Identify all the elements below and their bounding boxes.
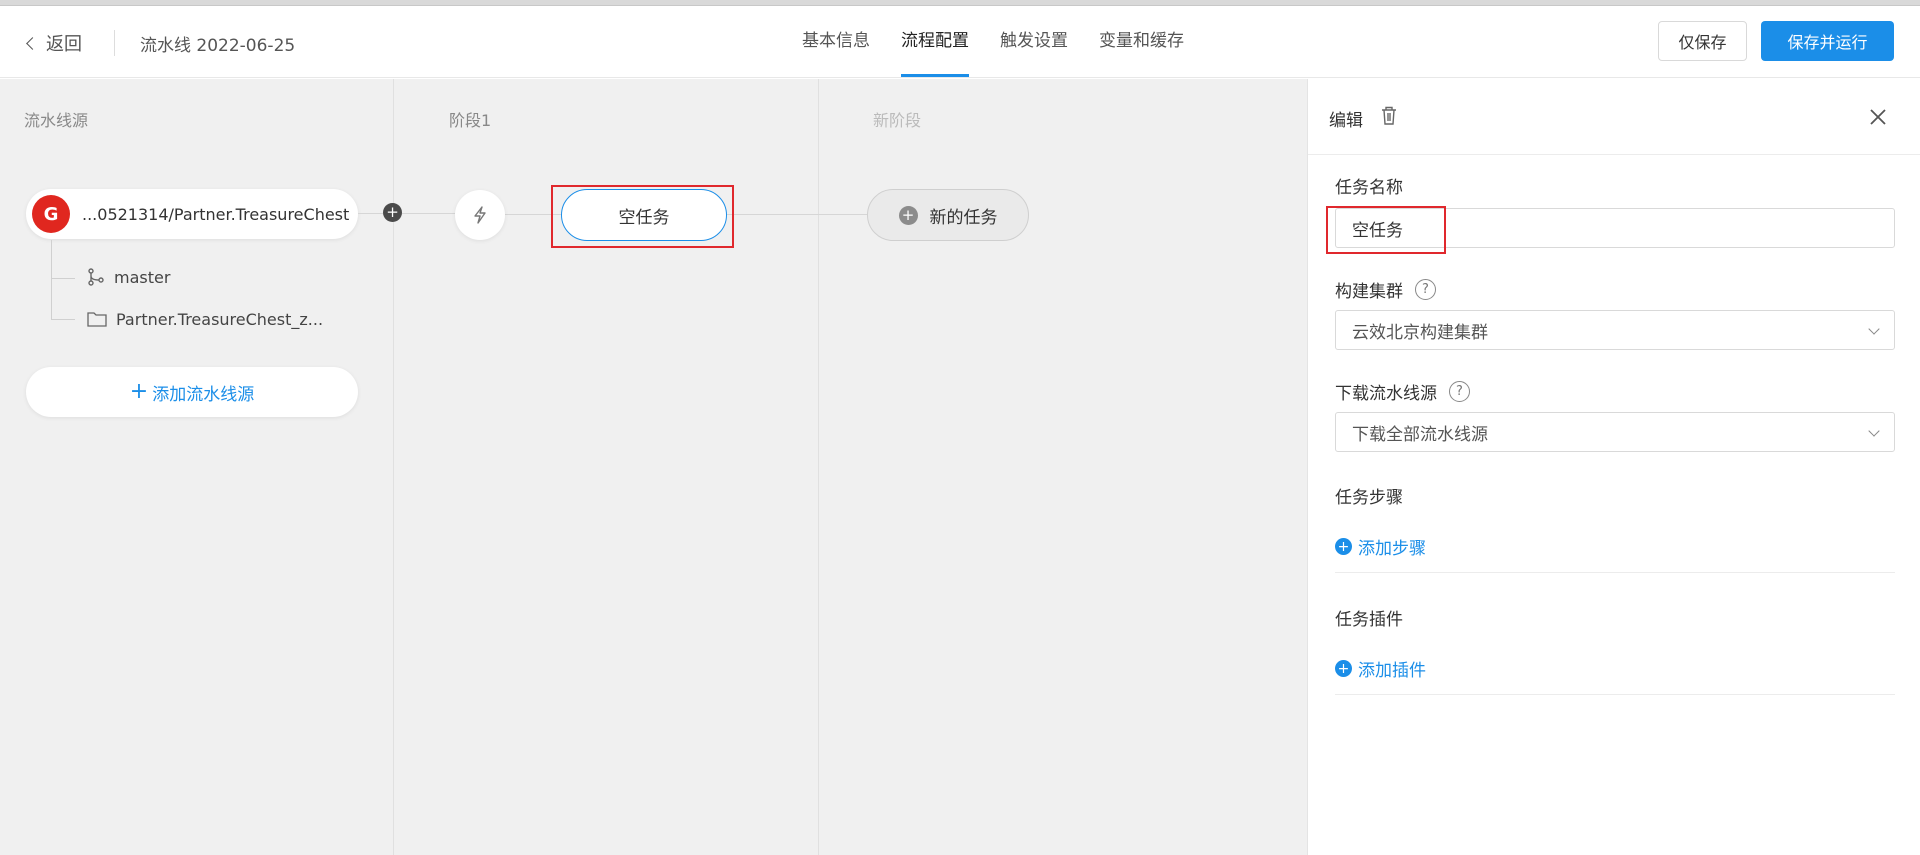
add-step-button[interactable]: + 添加步骤 (1335, 534, 1426, 559)
tab-trigger-settings[interactable]: 触发设置 (1000, 6, 1068, 77)
connector-line (358, 213, 383, 214)
section-divider (1335, 572, 1895, 573)
tree-line (51, 319, 75, 320)
chevron-down-icon (1868, 323, 1880, 335)
help-icon[interactable]: ? (1415, 279, 1436, 300)
branch-name: master (114, 267, 171, 287)
download-source-label: 下载流水线源 ? (1335, 379, 1470, 404)
empty-task-node[interactable]: 空任务 (561, 189, 727, 241)
source-directory: Partner.TreasureChest_z... (86, 309, 323, 329)
add-plugin-button[interactable]: + 添加插件 (1335, 656, 1426, 681)
column-title-source: 流水线源 (24, 111, 89, 130)
top-header: 返回 流水线 2022-06-25 基本信息 流程配置 触发设置 变量和缓存 仅… (0, 6, 1920, 78)
build-cluster-label: 构建集群 ? (1335, 277, 1436, 302)
pipeline-source-card[interactable]: G ...0521314/Partner.TreasureChest (26, 189, 358, 239)
chevron-down-icon (1868, 425, 1880, 437)
save-only-button[interactable]: 仅保存 (1658, 21, 1747, 61)
gitee-logo-icon: G (32, 195, 70, 233)
directory-name: Partner.TreasureChest_z... (116, 309, 324, 329)
plus-circle-icon: + (898, 205, 918, 225)
panel-header: 编辑 (1308, 79, 1920, 155)
connector-line (402, 213, 455, 214)
plus-circle-icon: + (1335, 538, 1352, 555)
section-divider (1335, 694, 1895, 695)
folder-icon (87, 312, 107, 327)
source-repo-name: ...0521314/Partner.TreasureChest (82, 204, 350, 224)
back-label: 返回 (46, 34, 82, 55)
add-stage-plus-icon[interactable]: + (383, 203, 402, 222)
trigger-node[interactable] (455, 190, 505, 240)
connector-line (727, 214, 867, 215)
task-name-highlight-box (1326, 206, 1446, 254)
task-name-label: 任务名称 (1335, 178, 1403, 198)
tab-flow-config[interactable]: 流程配置 (901, 6, 969, 77)
config-tabs: 基本信息 流程配置 触发设置 变量和缓存 (802, 6, 1215, 77)
plus-circle-icon: + (1335, 660, 1352, 677)
close-icon[interactable] (1868, 107, 1888, 127)
pipeline-canvas: 流水线源 阶段1 新阶段 G ...0521314/Partner.Treasu… (0, 79, 1307, 855)
task-plugins-label: 任务插件 (1335, 610, 1403, 630)
new-task-button[interactable]: + 新的任务 (867, 189, 1029, 241)
save-and-run-button[interactable]: 保存并运行 (1761, 21, 1894, 61)
pipeline-title: 流水线 2022-06-25 (140, 36, 296, 56)
back-button[interactable]: 返回 (26, 30, 82, 56)
download-source-select[interactable]: 下载全部流水线源 (1335, 412, 1895, 452)
trash-icon[interactable] (1379, 105, 1399, 127)
tab-basic-info[interactable]: 基本信息 (802, 6, 870, 77)
task-steps-label: 任务步骤 (1335, 488, 1403, 508)
task-edit-panel: 编辑 任务名称 空任务 构建集群 ? 云效北京构建集群 下载流水线源 ? 下载全… (1307, 79, 1920, 855)
column-title-stage1: 阶段1 (449, 111, 492, 130)
plus-icon: + (129, 379, 149, 404)
header-divider (114, 30, 115, 56)
tree-line (51, 278, 75, 279)
column-divider (393, 79, 394, 855)
lightning-icon (474, 206, 486, 224)
column-divider (818, 79, 819, 855)
source-branch: master (86, 267, 170, 287)
add-pipeline-source-button[interactable]: + 添加流水线源 (26, 367, 358, 417)
build-cluster-select[interactable]: 云效北京构建集群 (1335, 310, 1895, 350)
chevron-left-icon (26, 36, 39, 50)
branch-icon (88, 268, 104, 286)
column-title-new-stage[interactable]: 新阶段 (873, 107, 921, 131)
help-icon[interactable]: ? (1449, 381, 1470, 402)
tab-variables-cache[interactable]: 变量和缓存 (1099, 6, 1184, 77)
panel-title: 编辑 (1329, 111, 1363, 131)
tree-line (51, 240, 52, 319)
